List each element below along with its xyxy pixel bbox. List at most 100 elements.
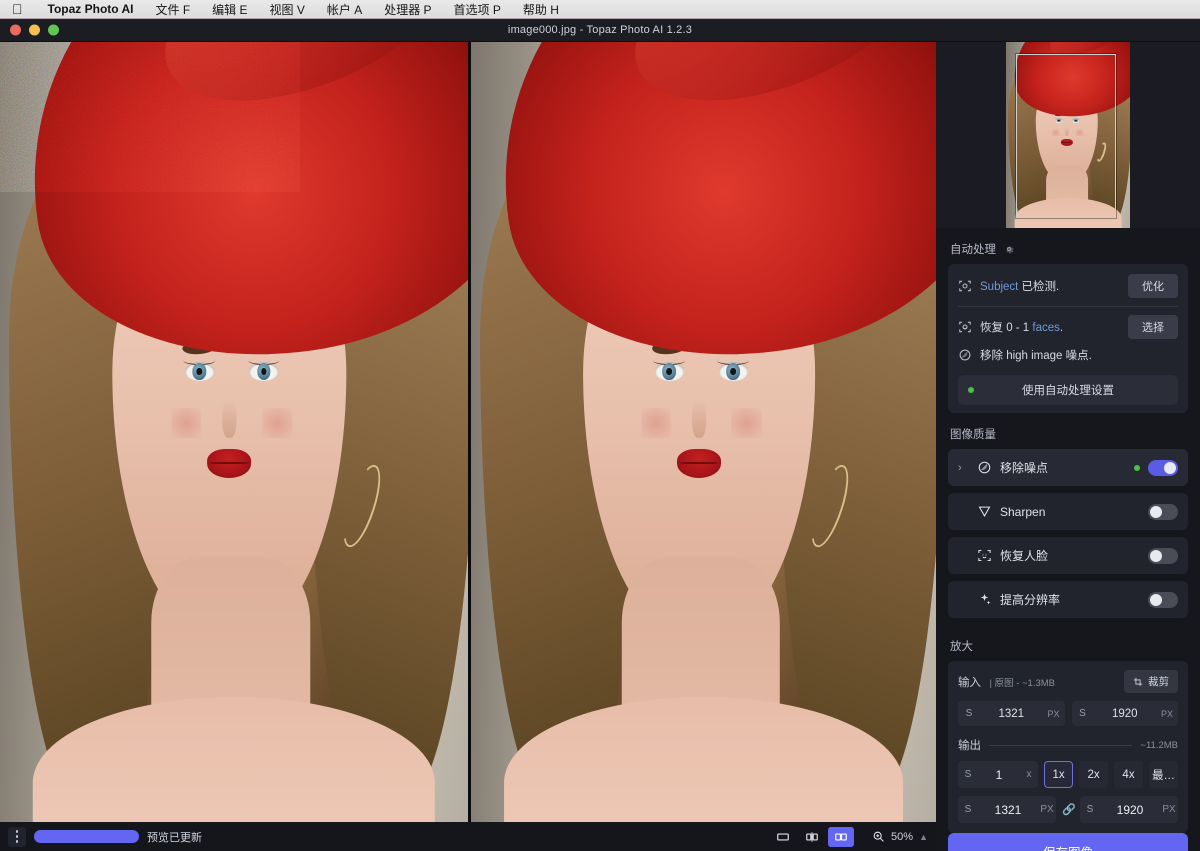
zoom-controls: 50% ▲	[872, 830, 928, 843]
input-sublabel: | 原图 - ~1.3MB	[989, 677, 1056, 689]
zoom-button-icon[interactable]	[48, 24, 59, 36]
input-height-value: 1920	[1111, 707, 1138, 720]
subject-detect-icon	[959, 280, 971, 292]
filter-remove-noise-label: 移除噪点	[1000, 461, 1049, 475]
caret-up-icon[interactable]: ▲	[919, 832, 928, 842]
output-width-field[interactable]: S 1321 PX	[958, 796, 1056, 823]
autopilot-card: Subject 已检测. 优化 恢复 0 - 1 faces. 选择 移除 hi…	[948, 264, 1188, 413]
progress-bar	[34, 830, 139, 843]
autopilot-noise-text: 移除 high image 噪点.	[980, 350, 1092, 362]
menu-item-file[interactable]: 文件 F	[145, 1, 202, 18]
scale-preset-max[interactable]: 最…	[1149, 761, 1178, 788]
input-width-field[interactable]: S 1321 PX	[958, 701, 1065, 726]
noise-texture	[0, 42, 300, 192]
scale-unit: x	[1026, 769, 1032, 780]
input-width-prefix: S	[965, 708, 973, 719]
use-autopilot-settings-label: 使用自动处理设置	[1022, 385, 1114, 397]
input-height-unit: PX	[1160, 708, 1173, 719]
image-quality-title: 图像质量	[950, 429, 996, 441]
scale-prefix: S	[964, 769, 972, 780]
side-by-side-view-icon[interactable]	[828, 826, 855, 847]
input-width-unit: PX	[1047, 708, 1060, 719]
sharpen-icon	[976, 504, 992, 520]
save-image-button[interactable]: 保存图像	[948, 833, 1188, 851]
upscale-input-header: 输入 | 原图 - ~1.3MB 裁剪	[958, 670, 1178, 693]
crop-button[interactable]: 裁剪	[1124, 670, 1178, 693]
app-window:  Topaz Photo AI 文件 F 编辑 E 视图 V 帐户 A 处理器…	[0, 0, 1200, 851]
filter-remove-noise[interactable]: › 移除噪点	[948, 449, 1188, 486]
navigator-viewport-rect[interactable]	[1016, 54, 1116, 218]
chevron-right-icon[interactable]: ›	[958, 462, 968, 474]
magnifier-icon[interactable]	[872, 830, 885, 843]
split-view-icon[interactable]	[799, 827, 825, 847]
autopilot-section: 自动处理 Subject 已检测. 优化 恢复 0 - 1 faces. 选择 …	[936, 228, 1200, 413]
filter-sharpen-toggle[interactable]	[1148, 503, 1178, 520]
save-area: 保存图像	[936, 833, 1200, 851]
canvas-pane-original[interactable]	[0, 42, 468, 822]
image-canvas[interactable]	[0, 42, 936, 822]
menu-item-processor[interactable]: 处理器 P	[373, 1, 442, 18]
input-height-field[interactable]: S 1920 PX	[1071, 701, 1178, 726]
output-dimensions-row: S 1321 PX 🔗 S 1920 PX	[958, 796, 1178, 823]
input-dimensions-row: S 1321 PX S 1920 PX	[958, 701, 1178, 726]
view-mode-buttons	[770, 826, 855, 847]
upscale-icon	[976, 592, 992, 608]
autopilot-row-subject[interactable]: Subject 已检测. 优化	[958, 272, 1178, 300]
filter-face-recovery[interactable]: 恢复人脸	[948, 537, 1188, 574]
input-label: 输入	[958, 676, 981, 689]
face-recover-icon	[959, 321, 971, 333]
refine-subject-button[interactable]: 优化	[1128, 274, 1178, 298]
menu-item-account[interactable]: 帐户 A	[316, 1, 373, 18]
filter-upscale[interactable]: 提高分辨率	[948, 581, 1188, 618]
filter-remove-noise-toggle[interactable]	[1148, 459, 1178, 476]
autopilot-faces-text: 恢复 0 - 1 faces.	[980, 322, 1064, 334]
bottom-toolbar: 预览已更新 50% ▲	[0, 822, 936, 851]
autopilot-row-noise[interactable]: 移除 high image 噪点.	[958, 341, 1178, 369]
window-title: image000.jpg - Topaz Photo AI 1.2.3	[507, 24, 693, 36]
select-faces-button[interactable]: 选择	[1128, 315, 1178, 339]
gear-icon[interactable]	[1003, 243, 1015, 255]
scale-preset-1x[interactable]: 1x	[1044, 761, 1074, 788]
face-recovery-icon	[976, 548, 992, 564]
filter-sharpen[interactable]: Sharpen	[948, 493, 1188, 530]
menu-item-preferences[interactable]: 首选项 P	[443, 1, 512, 18]
apple-logo-icon[interactable]: 	[12, 2, 23, 16]
filter-face-recovery-toggle[interactable]	[1148, 547, 1178, 564]
filter-upscale-toggle[interactable]	[1148, 591, 1178, 608]
menu-item-help[interactable]: 帮助 H	[512, 1, 570, 18]
scale-preset-2x[interactable]: 2x	[1079, 761, 1109, 788]
link-chain-icon[interactable]: 🔗	[1062, 803, 1076, 816]
output-size: ~11.2MB	[1140, 739, 1178, 751]
output-divider	[989, 744, 1133, 746]
use-autopilot-settings-button[interactable]: 使用自动处理设置	[958, 375, 1178, 405]
canvas-pane-processed[interactable]	[471, 42, 936, 822]
filter-upscale-label: 提高分辨率	[1000, 593, 1061, 607]
filter-sharpen-label: Sharpen	[1000, 504, 1046, 519]
output-height-unit: PX	[1162, 804, 1176, 815]
navigator-thumbnail[interactable]	[1006, 42, 1130, 228]
output-label: 输出	[958, 740, 981, 752]
scale-factor-field[interactable]: S 1 x	[958, 761, 1039, 788]
output-height-field[interactable]: S 1920 PX	[1080, 796, 1178, 823]
upscale-title: 放大	[950, 641, 973, 653]
more-options-icon[interactable]	[8, 826, 26, 847]
menu-item-edit[interactable]: 编辑 E	[201, 1, 258, 18]
minimize-button-icon[interactable]	[29, 24, 40, 36]
autopilot-title-row: 自动处理	[950, 241, 1188, 257]
status-dot-icon	[968, 387, 974, 393]
output-header: 输出 ~11.2MB	[958, 737, 1178, 753]
original-photo	[0, 42, 468, 822]
window-titlebar: image000.jpg - Topaz Photo AI 1.2.3	[0, 19, 1200, 42]
menu-item-app[interactable]: Topaz Photo AI	[37, 2, 145, 16]
output-width-value: 1321	[994, 802, 1022, 817]
close-button-icon[interactable]	[10, 24, 21, 36]
autopilot-row-faces[interactable]: 恢复 0 - 1 faces. 选择	[958, 313, 1178, 341]
scale-preset-4x[interactable]: 4x	[1114, 761, 1143, 788]
menu-item-view[interactable]: 视图 V	[259, 1, 316, 18]
zoom-level: 50%	[891, 830, 914, 843]
denoise-icon	[959, 349, 971, 361]
autopilot-separator	[958, 306, 1178, 307]
navigator-panel[interactable]	[936, 42, 1200, 228]
status-text: 预览已更新	[147, 831, 202, 844]
single-view-icon[interactable]	[770, 827, 796, 847]
